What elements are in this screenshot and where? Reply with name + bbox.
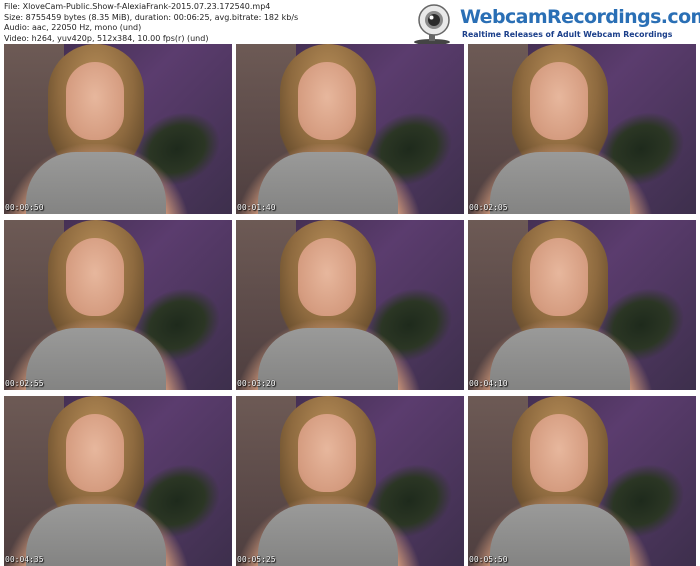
timestamp: 00:04:35	[5, 555, 44, 564]
thumbnail[interactable]: 00:00:50	[4, 44, 232, 214]
thumbnail[interactable]: 00:04:35	[4, 396, 232, 566]
thumbnail-grid: 00:00:50 00:01:40 00:02:05 00:02:55 00:0…	[4, 44, 696, 566]
thumbnail[interactable]: 00:04:10	[468, 220, 696, 390]
brand-title: WebcamRecordings.com	[460, 6, 700, 28]
brand-tagline: Realtime Releases of Adult Webcam Record…	[462, 30, 673, 39]
thumbnail[interactable]: 00:02:55	[4, 220, 232, 390]
video-info: Video: h264, yuv420p, 512x384, 10.00 fps…	[4, 33, 209, 43]
timestamp: 00:02:05	[469, 203, 508, 212]
timestamp: 00:03:20	[237, 379, 276, 388]
file-info: File: XloveCam-Public.Show-f-AlexiaFrank…	[4, 2, 298, 44]
timestamp: 00:00:50	[5, 203, 44, 212]
webcam-icon	[414, 4, 450, 45]
thumbnail[interactable]: 00:01:40	[236, 44, 464, 214]
thumbnail[interactable]: 00:03:20	[236, 220, 464, 390]
file-name: File: XloveCam-Public.Show-f-AlexiaFrank…	[4, 2, 271, 11]
timestamp: 00:05:50	[469, 555, 508, 564]
timestamp: 00:05:25	[237, 555, 276, 564]
timestamp: 00:01:40	[237, 203, 276, 212]
audio-info: Audio: aac, 22050 Hz, mono (und)	[4, 23, 142, 32]
thumbnail[interactable]: 00:05:25	[236, 396, 464, 566]
timestamp: 00:02:55	[5, 379, 44, 388]
thumbnail[interactable]: 00:02:05	[468, 44, 696, 214]
file-size: Size: 8755459 bytes (8.35 MiB), duration…	[4, 12, 299, 22]
brand-logo: WebcamRecordings.com Realtime Releases o…	[404, 2, 700, 45]
timestamp: 00:04:10	[469, 379, 508, 388]
thumbnail[interactable]: 00:05:50	[468, 396, 696, 566]
